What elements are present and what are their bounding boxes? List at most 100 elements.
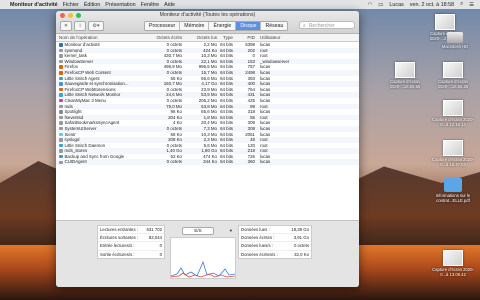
close-process-icon[interactable]: ✕ bbox=[60, 21, 72, 31]
table-row[interactable]: CUIDAgent 0 octets 344 Ko 64 bits 360 lucas bbox=[56, 159, 359, 166]
tab-bar: Processeur Mémoire Énergie Disque Réseau bbox=[144, 21, 289, 31]
process-name: CUIDAgent bbox=[64, 159, 87, 165]
document-icon bbox=[444, 178, 462, 192]
desktop-icon-label: Capture d’écran 2020-0...à 13.08.42 bbox=[432, 267, 474, 277]
tab-energie[interactable]: Énergie bbox=[209, 22, 237, 30]
file-thumbnail-icon bbox=[443, 140, 463, 156]
process-icon bbox=[59, 65, 63, 69]
stat-label: Sortie écritures/s : bbox=[100, 251, 135, 257]
graph-write-line bbox=[171, 272, 235, 278]
column-header-pid[interactable]: PID bbox=[233, 34, 255, 41]
process-icon bbox=[59, 143, 63, 148]
wifi-icon[interactable]: ◠ bbox=[368, 2, 373, 8]
bytes-written-cell: 0 octets bbox=[166, 159, 182, 165]
gear-icon[interactable]: ⚙▾ bbox=[88, 21, 104, 31]
process-icon bbox=[59, 98, 63, 103]
process-icon bbox=[59, 149, 63, 153]
menu-aide[interactable]: Aide bbox=[164, 2, 175, 8]
tab-memoire[interactable]: Mémoire bbox=[180, 22, 210, 30]
spotlight-icon[interactable]: ⌕ bbox=[460, 1, 463, 8]
file-thumbnail-icon bbox=[443, 100, 463, 116]
process-table: Moniteur d’activité 0 octets 2,2 Mo 64 bits… bbox=[56, 42, 359, 220]
desktop-icon[interactable]: Capture d’écran 2020-0...à 16.47.04 bbox=[430, 140, 476, 167]
stat-label: Données lues : bbox=[241, 227, 270, 232]
bytes-read-cell: 344 Ko bbox=[203, 159, 217, 165]
stat-row: Entrée lectures/s : 0 bbox=[98, 242, 164, 251]
stat-value: 631 702 bbox=[146, 227, 162, 232]
stat-value: 19,38 Go bbox=[291, 227, 309, 232]
desktop-icon-label: Capture d’écran 2020-...18.55.25 bbox=[437, 79, 469, 89]
menu-fenetre[interactable]: Fenêtre bbox=[141, 2, 160, 8]
menu-bar: Moniteur d’activité Fichier Édition Prés… bbox=[0, 0, 480, 9]
stat-value: 83,044 bbox=[148, 235, 162, 241]
tab-disque[interactable]: Disque bbox=[236, 22, 262, 30]
stat-value: 0 bbox=[159, 243, 162, 249]
stat-label: Données écrites/s : bbox=[241, 251, 278, 257]
column-header-type[interactable]: Type bbox=[217, 34, 233, 41]
desktop-icon[interactable]: Capture d’écran 2020-...18.55.25 bbox=[430, 62, 476, 89]
desktop-icon[interactable]: Capture d’écran 2020-...18.59.56 bbox=[382, 62, 428, 89]
stat-row: Données écrites : 3,91 Go bbox=[239, 234, 311, 243]
pid-cell: 360 bbox=[247, 159, 255, 165]
column-header-user[interactable]: Utilisateur bbox=[255, 34, 330, 41]
process-icon bbox=[59, 59, 63, 64]
tab-processeur[interactable]: Processeur bbox=[145, 22, 181, 30]
desktop-icon[interactable]: Informations sur le contrat...ELLE.pdf bbox=[430, 178, 476, 203]
desktop-icon-disk[interactable]: Macintosh HD bbox=[432, 32, 478, 49]
process-icon bbox=[59, 48, 63, 53]
process-icon bbox=[59, 110, 63, 114]
process-icon bbox=[59, 76, 63, 81]
file-thumbnail-icon bbox=[443, 62, 463, 78]
process-icon bbox=[59, 154, 63, 159]
stat-value: 0 bbox=[159, 251, 162, 257]
menu-clock[interactable]: ven. 2 oct. à 18:58 bbox=[410, 2, 454, 8]
window-title: Moniteur d’activité (Toutes les opératio… bbox=[159, 12, 256, 18]
menu-fichier[interactable]: Fichier bbox=[63, 2, 79, 8]
menu-app-name[interactable]: Moniteur d’activité bbox=[10, 2, 58, 8]
column-header-read[interactable]: Octets lus bbox=[182, 34, 217, 41]
process-icon bbox=[59, 93, 63, 97]
menu-user[interactable]: Lucas bbox=[389, 2, 403, 8]
bottom-panel: Lectures entrantes : 631 702 Écritures so… bbox=[56, 220, 359, 287]
desktop-icon-label: Capture d’écran 2020-0...à 16.47.04 bbox=[432, 157, 474, 167]
info-icon[interactable]: i bbox=[74, 21, 86, 31]
tab-reseau[interactable]: Réseau bbox=[261, 22, 288, 30]
stat-label: Lectures entrantes : bbox=[100, 227, 138, 232]
chevron-down-icon[interactable]: ▾ bbox=[230, 228, 232, 234]
table-header: Nom de l’opération Octets écrits Octets … bbox=[56, 34, 359, 42]
file-thumbnail-icon bbox=[443, 250, 463, 266]
process-icon bbox=[59, 54, 63, 58]
column-header-written[interactable]: Octets écrits bbox=[142, 34, 182, 41]
search-input[interactable]: ⌕ Rechercher bbox=[299, 21, 355, 29]
disk-activity-graph bbox=[170, 237, 236, 279]
stat-row: Données lues : 19,38 Go bbox=[239, 226, 311, 235]
process-icon bbox=[59, 126, 63, 131]
stat-row: Sortie écritures/s : 0 bbox=[98, 251, 164, 258]
type-cell: 64 bits bbox=[220, 159, 233, 165]
file-thumbnail-icon bbox=[435, 14, 455, 30]
process-icon bbox=[59, 87, 63, 92]
stat-row: Lectures entrantes : 631 702 bbox=[98, 226, 164, 235]
menu-presentation[interactable]: Présentation bbox=[105, 2, 135, 8]
process-icon bbox=[59, 82, 63, 86]
desktop-icon-label: Informations sur le contrat...ELLE.pdf bbox=[435, 193, 471, 203]
file-thumbnail-icon bbox=[395, 62, 415, 78]
stat-label: Données lues/s : bbox=[241, 243, 274, 249]
graph-selector-row: E/S ▾ bbox=[170, 227, 232, 235]
desktop-icon[interactable]: Capture d’écran 2020-0...à 12.16.14 bbox=[430, 100, 476, 127]
battery-icon[interactable]: ▭ bbox=[378, 2, 383, 8]
desktop-icon[interactable]: Capture d’écran 2020-0...à 13.08.42 bbox=[430, 250, 476, 277]
menu-edition[interactable]: Édition bbox=[84, 2, 100, 8]
column-header-name[interactable]: Nom de l’opération bbox=[56, 34, 142, 41]
stat-value: 0 octets bbox=[293, 243, 309, 249]
stat-label: Entrée lectures/s : bbox=[100, 243, 135, 249]
toolbar-buttons: ✕ i ⚙▾ bbox=[60, 21, 106, 31]
user-cell: lucas bbox=[260, 159, 271, 165]
graph-mode-select[interactable]: E/S bbox=[182, 227, 214, 235]
stat-value: 3,91 Go bbox=[293, 235, 309, 241]
window-toolbar: Moniteur d’activité (Toutes les opératio… bbox=[56, 11, 359, 34]
stat-label: Données écrites : bbox=[241, 235, 275, 241]
process-icon bbox=[59, 121, 63, 125]
process-icon bbox=[59, 71, 63, 75]
notification-center-icon[interactable]: ☰ bbox=[469, 2, 474, 8]
